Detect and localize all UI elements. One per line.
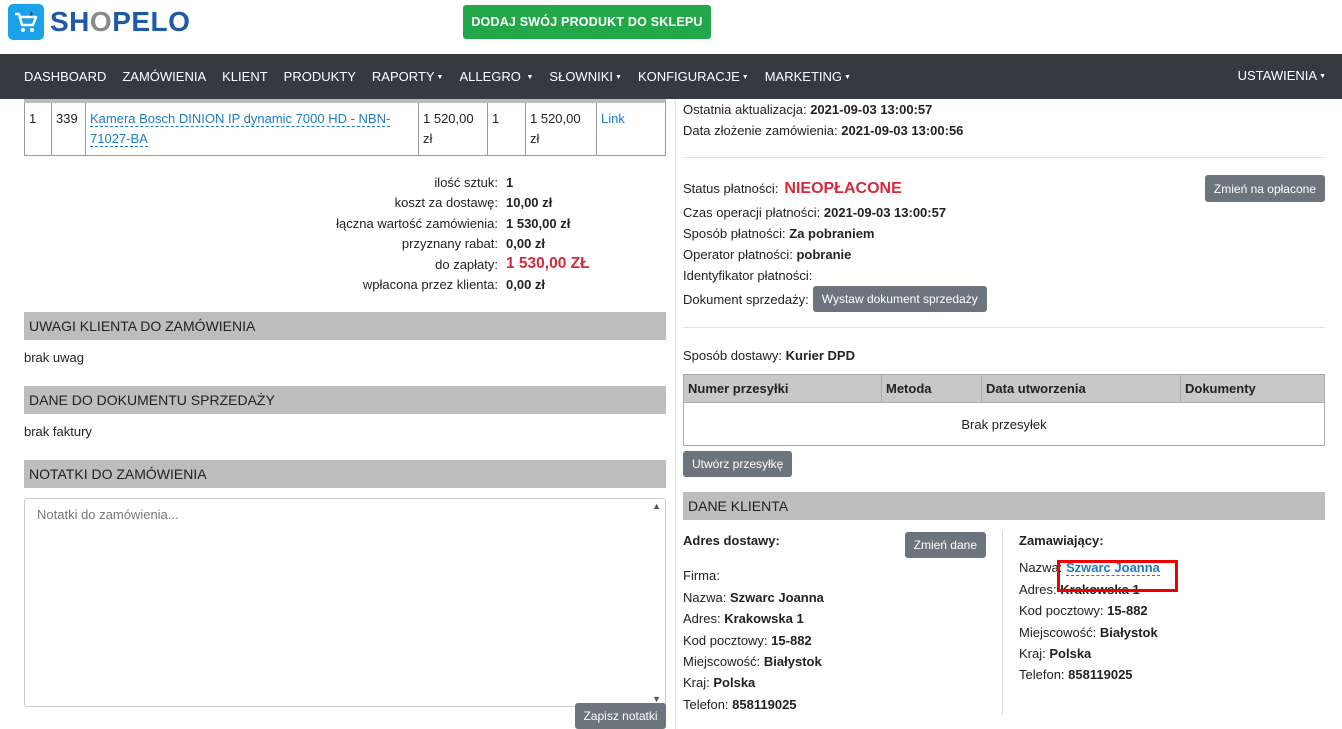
nav-orders[interactable]: ZAMÓWIENIA bbox=[122, 69, 206, 84]
delivery-method: Sposób dostawy: Kurier DPD bbox=[683, 348, 855, 363]
chevron-down-icon: ▼ bbox=[741, 74, 749, 81]
qty-value: 1 bbox=[506, 174, 514, 190]
save-notes-button[interactable]: Zapisz notatki bbox=[575, 703, 666, 729]
product-qty: 1 bbox=[487, 99, 526, 156]
qty-label: ilość sztuk: bbox=[434, 174, 498, 190]
create-shipment-button[interactable]: Utwórz przesyłkę bbox=[683, 451, 793, 477]
remarks-text: brak uwag bbox=[24, 350, 84, 365]
delivery-phone: Telefon: 858119025 bbox=[683, 696, 797, 712]
logo-text: SHOPELO bbox=[50, 6, 191, 37]
order-right-panel: Ostatnia aktualizacja: 2021-09-03 13:00:… bbox=[683, 99, 1325, 716]
shopelo-logo[interactable]: SHOPELO bbox=[8, 4, 190, 40]
highlight-box bbox=[1057, 560, 1178, 592]
delivery-city: Miejscowość: Białystok bbox=[683, 654, 822, 670]
orderer-city: Miejscowość: Białystok bbox=[1019, 624, 1158, 640]
nav-dictionaries[interactable]: SŁOWNIKI ▼ bbox=[549, 69, 622, 84]
product-total: 1 520,00 zł bbox=[525, 99, 597, 156]
payment-operator: Operator płatności: pobranie bbox=[683, 247, 852, 262]
chevron-down-icon: ▼ bbox=[615, 74, 622, 81]
notes-textarea[interactable]: Notatki do zamówienia... ▲ ▼ bbox=[24, 498, 666, 707]
payment-status-badge: NIEOPŁACONE bbox=[784, 179, 902, 197]
shipments-table: Numer przesyłki Metoda Data utworzenia D… bbox=[683, 374, 1325, 446]
client-section-title: DANE KLIENTA bbox=[683, 492, 1325, 520]
col-documents: Dokumenty bbox=[1180, 374, 1325, 403]
nav-configurations[interactable]: KONFIGURACJE ▼ bbox=[638, 69, 749, 84]
scroll-up-icon[interactable]: ▲ bbox=[652, 501, 661, 511]
nav-products[interactable]: PRODUKTY bbox=[284, 69, 356, 84]
table-row: 1 339 Kamera Bosch DINION IP dynamic 700… bbox=[24, 99, 666, 156]
delivery-zip: Kod pocztowy: 15-882 bbox=[683, 632, 812, 648]
order-created-date: Data złożenie zamówienia: 2021-09-03 13:… bbox=[683, 123, 964, 138]
table-header-row: Numer przesyłki Metoda Data utworzenia D… bbox=[683, 374, 1325, 403]
product-name-link[interactable]: Kamera Bosch DINION IP dynamic 7000 HD -… bbox=[90, 111, 391, 147]
orderer-phone: Telefon: 858119025 bbox=[1019, 667, 1133, 683]
delivery-country: Kraj: Polska bbox=[683, 675, 756, 691]
paid-label: wpłacona przez klienta: bbox=[362, 277, 498, 293]
chevron-down-icon: ▼ bbox=[526, 74, 534, 81]
order-total-label: łączna wartość zamówienia: bbox=[336, 215, 498, 231]
invoice-section-title: DANE DO DOKUMENTU SPRZEDAŻY bbox=[24, 386, 666, 414]
nav-allegro[interactable]: ALLEGRO ▼ bbox=[459, 69, 533, 84]
invoice-text: brak faktury bbox=[24, 424, 92, 439]
column-divider bbox=[675, 99, 676, 729]
mark-paid-button[interactable]: Zmień na opłacone bbox=[1204, 175, 1325, 202]
chevron-down-icon: ▼ bbox=[844, 74, 851, 81]
product-id: 339 bbox=[51, 99, 86, 156]
products-table: 1 339 Kamera Bosch DINION IP dynamic 700… bbox=[24, 99, 666, 156]
add-product-button[interactable]: DODAJ SWÓJ PRODUKT DO SKLEPU bbox=[463, 5, 711, 39]
product-price: 1 520,00 zł bbox=[418, 99, 488, 156]
col-method: Metoda bbox=[881, 374, 982, 403]
chevron-down-icon: ▼ bbox=[436, 74, 444, 81]
delivery-company: Firma: bbox=[683, 568, 720, 584]
sales-document-row: Dokument sprzedaży: Wystaw dokument sprze… bbox=[683, 286, 1325, 312]
main-navbar: DASHBOARD ZAMÓWIENIA KLIENT PRODUKTY RAP… bbox=[0, 54, 1342, 99]
nav-marketing[interactable]: MARKETING ▼ bbox=[765, 69, 851, 84]
paid-value: 0,00 zł bbox=[506, 277, 546, 293]
delivery-address: Adres dostawy: Zmień dane Firma: Nazwa: … bbox=[683, 530, 1003, 716]
change-data-button[interactable]: Zmień dane bbox=[904, 532, 986, 558]
no-shipments-text: Brak przesyłek bbox=[683, 402, 1325, 446]
nav-dashboard[interactable]: DASHBOARD bbox=[24, 69, 106, 84]
product-name-cell: Kamera Bosch DINION IP dynamic 7000 HD -… bbox=[85, 99, 419, 156]
orderer-info: Zamawiający: Nazwa: Szwarc Joanna Adres:… bbox=[1019, 530, 1319, 715]
top-header: SHOPELO DODAJ SWÓJ PRODUKT DO SKLEPU bbox=[0, 0, 1342, 54]
orderer-zip: Kod pocztowy: 15-882 bbox=[1019, 603, 1148, 619]
shipping-cost-label: koszt za dostawę: bbox=[394, 195, 498, 211]
divider bbox=[683, 157, 1325, 158]
nav-settings[interactable]: USTAWIENIA ▼ bbox=[1238, 68, 1326, 83]
discount-value: 0,00 zł bbox=[506, 236, 546, 252]
orderer-header: Zamawiający: bbox=[1019, 533, 1104, 548]
delivery-name: Nazwa: Szwarc Joanna bbox=[683, 589, 824, 605]
to-pay-value: 1 530,00 ZŁ bbox=[506, 255, 590, 273]
chevron-down-icon: ▼ bbox=[1319, 73, 1326, 80]
notes-placeholder: Notatki do zamówienia... bbox=[37, 507, 179, 522]
to-pay-label: do zapłaty: bbox=[435, 256, 498, 272]
product-link[interactable]: Link bbox=[601, 111, 625, 126]
nav-reports[interactable]: RAPORTY ▼ bbox=[372, 69, 444, 84]
cart-icon bbox=[8, 4, 44, 40]
order-total-value: 1 530,00 zł bbox=[506, 215, 571, 231]
order-left-panel: 1 339 Kamera Bosch DINION IP dynamic 700… bbox=[24, 99, 666, 729]
nav-client[interactable]: KLIENT bbox=[222, 69, 268, 84]
shipping-cost-value: 10,00 zł bbox=[506, 195, 553, 211]
notes-section-title: NOTATKI DO ZAMÓWIENIA bbox=[24, 460, 666, 488]
delivery-street: Adres: Krakowska 1 bbox=[683, 611, 804, 627]
orderer-country: Kraj: Polska bbox=[1019, 646, 1092, 662]
last-update: Ostatnia aktualizacja: 2021-09-03 13:00:… bbox=[683, 102, 933, 117]
col-shipment-number: Numer przesyłki bbox=[683, 374, 882, 403]
payment-method: Sposób płatności: Za pobraniem bbox=[683, 226, 875, 241]
table-row: Brak przesyłek bbox=[683, 402, 1325, 446]
payment-id: Identyfikator płatności: bbox=[683, 268, 813, 283]
row-number: 1 bbox=[24, 99, 52, 156]
remarks-section-title: UWAGI KLIENTA DO ZAMÓWIENIA bbox=[24, 312, 666, 340]
col-created-date: Data utworzenia bbox=[981, 374, 1181, 403]
order-summary: ilość sztuk: 1 koszt za dostawę: 10,00 zł … bbox=[24, 172, 666, 295]
divider bbox=[683, 327, 1325, 328]
discount-label: przyznany rabat: bbox=[401, 236, 498, 252]
product-link-cell: Link bbox=[596, 99, 666, 156]
issue-document-button[interactable]: Wystaw dokument sprzedaży bbox=[812, 286, 987, 312]
payment-time: Czas operacji płatności: 2021-09-03 13:0… bbox=[683, 205, 947, 220]
client-data: Adres dostawy: Zmień dane Firma: Nazwa: … bbox=[683, 530, 1325, 716]
